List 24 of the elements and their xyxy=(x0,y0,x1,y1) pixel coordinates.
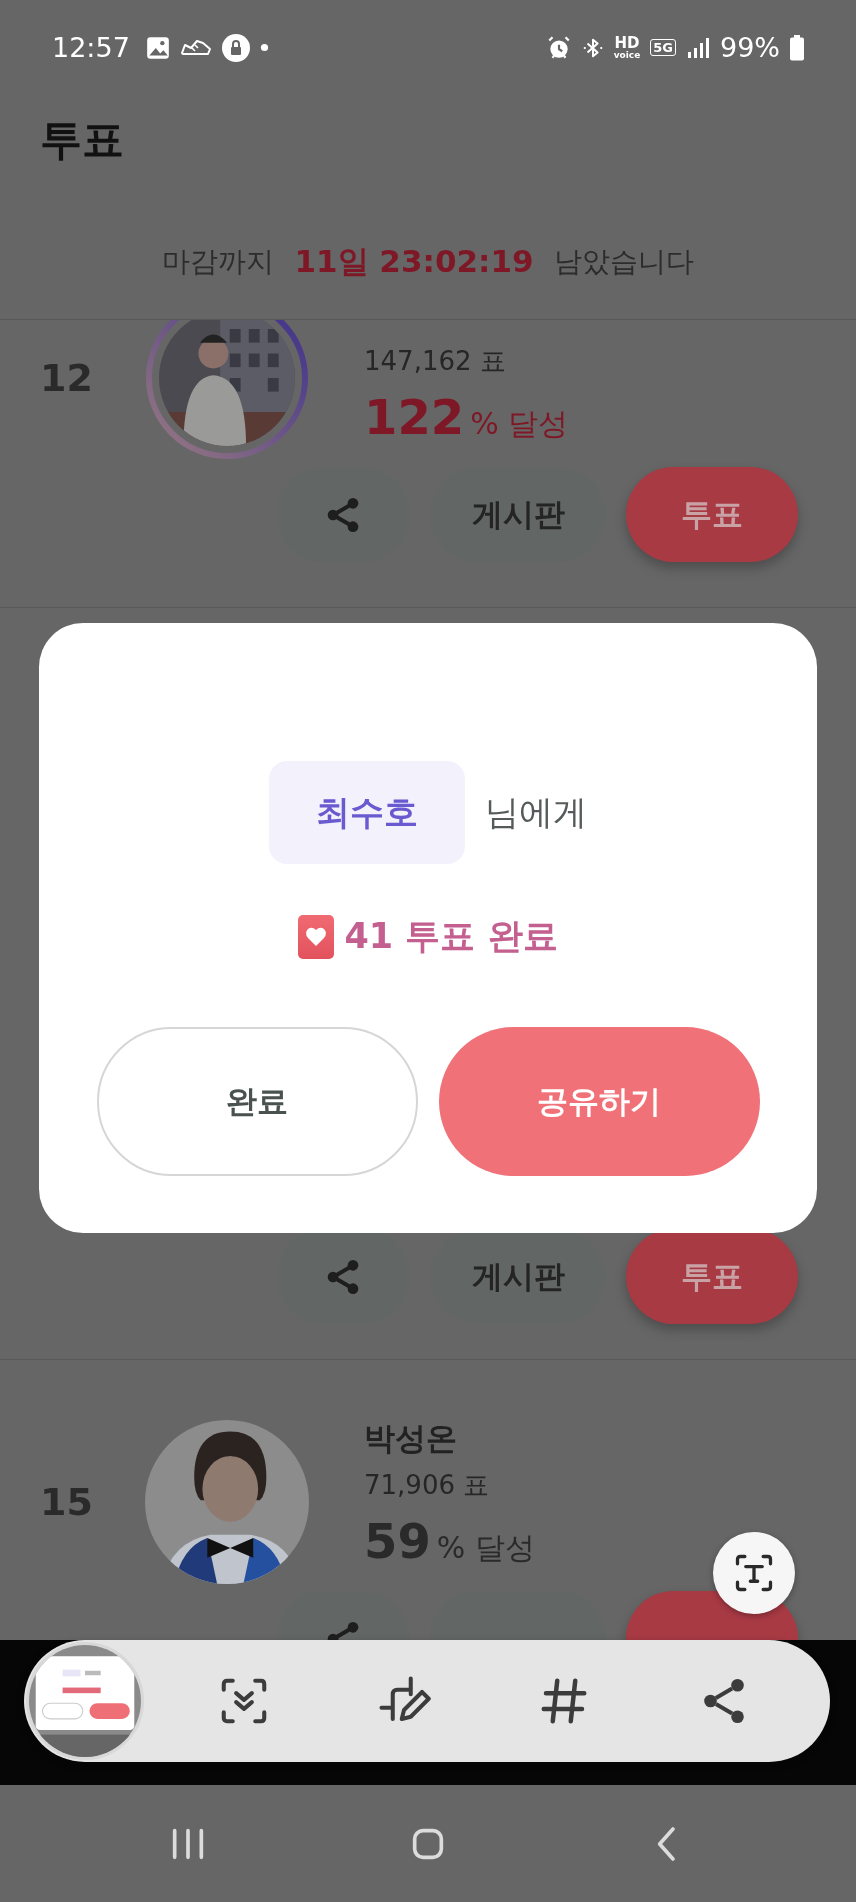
page-title: 투표 xyxy=(40,114,124,166)
achievement-percent: 122 xyxy=(364,389,465,445)
battery-percent: 99% xyxy=(720,32,780,63)
achievement-label: % 달성 xyxy=(470,405,569,443)
board-button[interactable]: 게시판 xyxy=(430,467,606,562)
rank-number: 12 xyxy=(40,355,94,402)
network-indicator: 5G xyxy=(650,38,676,57)
vote-result: 41 투표 완료 xyxy=(344,915,558,958)
status-time: 12:57 xyxy=(52,32,130,63)
share-button[interactable]: 공유하기 xyxy=(438,1027,760,1176)
candidate-name: 박성온 xyxy=(364,1419,458,1458)
recipient-name: 최수호 xyxy=(269,761,465,864)
rank-number: 15 xyxy=(40,1479,94,1526)
achievement-label: % 달성 xyxy=(436,1529,535,1567)
recipient-suffix: 님에게 xyxy=(485,790,587,834)
deadline-label: 마감까지 xyxy=(162,244,275,280)
vote-count: 71,906 표 xyxy=(364,1469,491,1502)
vote-count: 147,162 표 xyxy=(364,345,507,378)
vote-button[interactable]: 투표 xyxy=(626,467,798,562)
hd-voice-indicator: HD voice xyxy=(613,35,641,60)
achievement-percent: 59 xyxy=(364,1513,431,1569)
deadline-countdown: 11일 23:02:19 xyxy=(294,242,534,281)
deadline-label: 남았습니다 xyxy=(553,244,694,280)
done-button[interactable]: 완료 xyxy=(96,1027,418,1176)
